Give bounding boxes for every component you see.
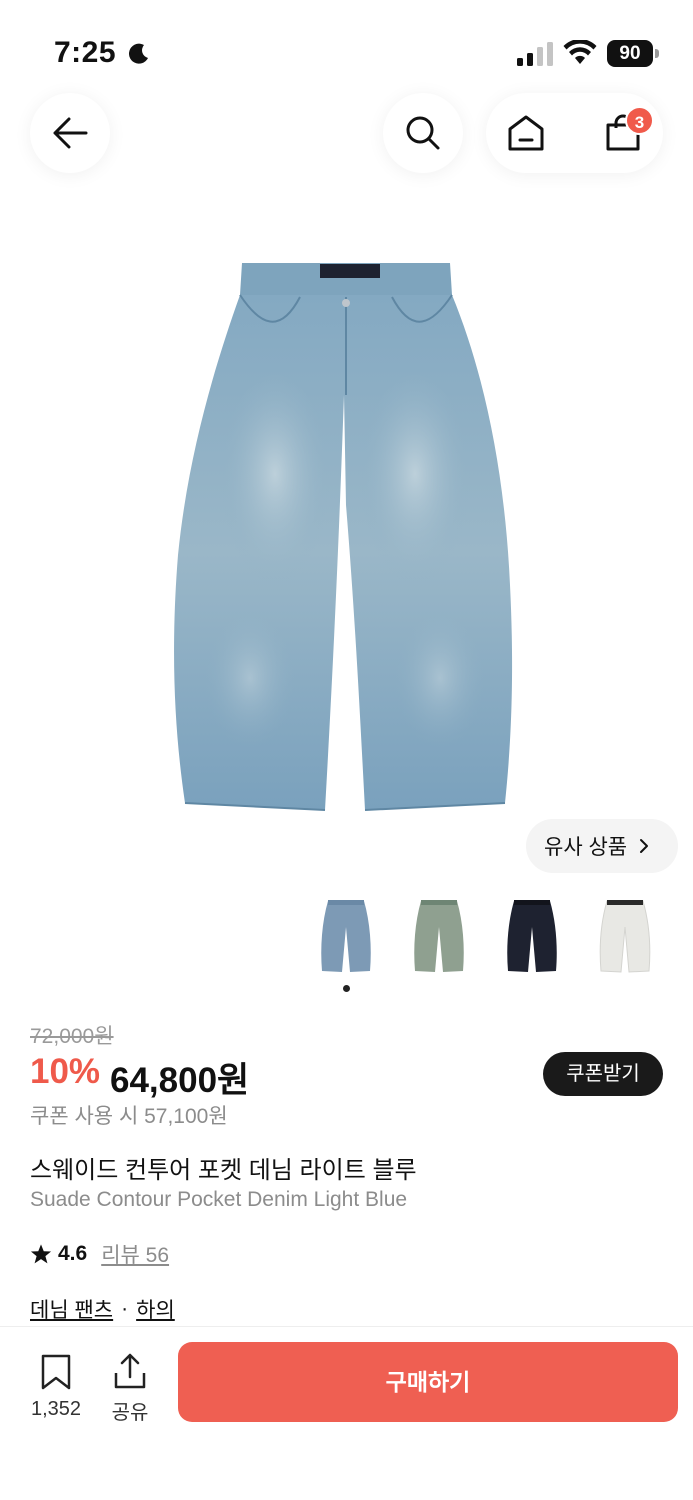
category-link-denim-pants[interactable]: 데님 팬츠 — [30, 1294, 113, 1324]
home-button[interactable] — [506, 113, 546, 153]
back-button[interactable] — [30, 93, 110, 173]
product-title: 스웨이드 컨투어 포켓 데님 라이트 블루 — [30, 1157, 417, 1184]
carousel-page-indicator — [343, 985, 350, 992]
sale-price: 64,800원 — [110, 1061, 250, 1100]
nav-pill: 3 — [486, 93, 663, 173]
battery-level: 90 — [607, 40, 653, 67]
category-breadcrumb: 데님 팬츠 · 하의 — [30, 1294, 175, 1324]
bookmark-count: 1,352 — [30, 1398, 82, 1420]
battery-tip — [655, 49, 659, 58]
original-price: 72,000원 — [30, 1025, 114, 1048]
product-image[interactable] — [160, 255, 530, 820]
product-title-english: Suade Contour Pocket Denim Light Blue — [30, 1188, 408, 1211]
signal-icon — [517, 42, 553, 66]
bookmark-button[interactable]: 1,352 — [26, 1353, 86, 1421]
moon-icon — [128, 43, 148, 64]
share-icon — [114, 1353, 146, 1389]
thumbnail-strip — [0, 897, 693, 977]
thumbnail-light-blue[interactable] — [318, 897, 374, 975]
category-link-bottoms[interactable]: 하의 — [136, 1294, 175, 1324]
coupon-price: 쿠폰 사용 시 57,100원 — [30, 1105, 228, 1128]
thumbnail-black[interactable] — [504, 897, 560, 975]
cart-count-badge: 3 — [625, 106, 654, 135]
similar-products-label: 유사 상품 — [544, 836, 628, 859]
category-separator: · — [121, 1297, 129, 1320]
discount-rate: 10% — [30, 1052, 101, 1091]
search-icon — [406, 116, 440, 150]
share-label: 공유 — [111, 1402, 149, 1424]
reviews-link[interactable]: 리뷰 56 — [101, 1239, 169, 1269]
thumbnail-vintage-blue[interactable] — [411, 897, 467, 975]
get-coupon-button[interactable]: 쿠폰받기 — [543, 1052, 663, 1096]
status-time: 7:25 — [54, 36, 117, 69]
bookmark-icon — [41, 1354, 71, 1390]
buy-button[interactable]: 구매하기 — [178, 1342, 678, 1422]
chevron-right-icon — [640, 839, 649, 853]
status-bar: 7:25 90 — [0, 0, 693, 90]
thumbnail-white[interactable] — [597, 897, 653, 975]
wifi-icon — [563, 40, 597, 64]
star-icon — [30, 1244, 52, 1264]
rating-row: 4.6 리뷰 56 — [30, 1239, 169, 1269]
battery-indicator: 90 — [607, 40, 659, 67]
search-button[interactable] — [383, 93, 463, 173]
rating-value: 4.6 — [58, 1242, 88, 1265]
similar-products-button[interactable]: 유사 상품 — [526, 819, 678, 873]
share-button[interactable]: 공유 — [104, 1351, 156, 1425]
home-icon — [508, 115, 544, 151]
arrow-left-icon — [53, 117, 88, 149]
bottom-action-bar: 1,352 공유 구매하기 — [0, 1326, 693, 1500]
